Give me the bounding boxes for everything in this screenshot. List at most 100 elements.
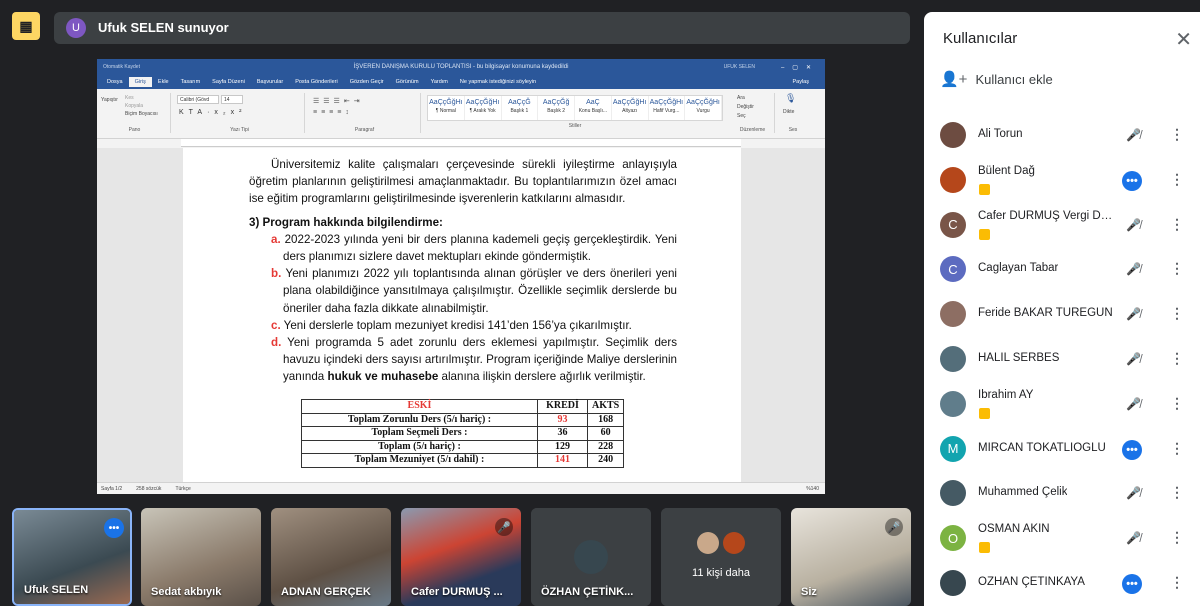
zoom-level[interactable]: %140 bbox=[806, 486, 819, 492]
ribbon-tab[interactable]: Ne yapmak istediğinizi söyleyin bbox=[454, 77, 542, 87]
dictate-button[interactable]: Dikte bbox=[783, 109, 794, 115]
mic-off-icon[interactable]: 🎤̸ bbox=[1126, 531, 1141, 545]
more-options-icon[interactable]: ⋮ bbox=[1170, 126, 1184, 143]
close-icon[interactable]: ✕ bbox=[1175, 27, 1192, 52]
style-item[interactable]: AaÇçĞğHı ¶ Aralık Yok bbox=[465, 96, 502, 120]
stop-presenting-icon[interactable]: ▦ bbox=[12, 12, 40, 40]
copy-button[interactable]: Kopyala bbox=[125, 103, 143, 109]
participant-tile[interactable]: ÖZHAN ÇETİNK... bbox=[531, 508, 651, 606]
more-options-icon[interactable]: ⋮ bbox=[1170, 440, 1184, 457]
participant-name: Ali Torun bbox=[978, 128, 1023, 140]
style-item[interactable]: AaÇçĞğHı Vurgu bbox=[685, 96, 722, 120]
font-name-box[interactable]: Calibri (Gövd bbox=[177, 95, 219, 104]
ribbon-tab[interactable]: Yardım bbox=[425, 77, 454, 87]
mic-off-icon[interactable]: 🎤̸ bbox=[1126, 486, 1141, 500]
style-item[interactable]: AaÇçĞ Başlık 1 bbox=[502, 96, 539, 120]
table-header-row: ESKİ KREDİ AKTS bbox=[301, 399, 625, 414]
more-options-icon[interactable]: ⋮ bbox=[1170, 529, 1184, 546]
participant-row[interactable]: M MİRCAN TOKATLIOĞLU ••• ⋮ bbox=[924, 428, 1200, 472]
participant-list: Ali Torun 🎤̸ ⋮ Bülent Dağ ••• ⋮ C Cafer DURMUŞ … bbox=[924, 92, 1200, 606]
find-button[interactable]: Ara bbox=[737, 95, 745, 101]
cut-button[interactable]: Kes bbox=[125, 95, 134, 101]
avatar bbox=[574, 540, 608, 574]
more-options-icon[interactable]: ⋮ bbox=[1170, 216, 1184, 233]
font-size-box[interactable]: 14 bbox=[221, 95, 243, 104]
participant-tile[interactable]: Sedat akbıyık bbox=[141, 508, 261, 606]
add-user-button[interactable]: 👤+ Kullanıcı ekle bbox=[940, 70, 1053, 88]
participant-tile[interactable]: 11 kişi daha bbox=[661, 508, 781, 606]
select-button[interactable]: Seç bbox=[737, 113, 746, 119]
more-participants-label: 11 kişi daha bbox=[692, 567, 750, 579]
participant-row[interactable]: Muhammed Çelik 🎤̸ ⋮ bbox=[924, 472, 1200, 516]
more-options-icon[interactable]: ⋮ bbox=[1170, 574, 1184, 591]
participant-tile[interactable]: ADNAN GERÇEK bbox=[271, 508, 391, 606]
speaking-indicator-icon: ••• bbox=[104, 518, 124, 538]
align-buttons[interactable]: ≡≡≡≡↕ bbox=[313, 109, 353, 116]
ribbon-tab[interactable]: Gözden Geçir bbox=[344, 77, 390, 87]
word-status-bar: Sayfa 1/2 258 sözcük Türkçe %140 bbox=[97, 482, 825, 494]
paste-button[interactable]: Yapıştır bbox=[101, 97, 118, 103]
style-item[interactable]: AaÇ Konu Başlı... bbox=[575, 96, 612, 120]
participant-name: HALİL SERBES bbox=[978, 352, 1060, 364]
style-item[interactable]: AaÇçĞğHı ¶ Normal bbox=[428, 96, 465, 120]
ribbon-tab[interactable]: Görünüm bbox=[390, 77, 425, 87]
participant-row[interactable]: Feride BAKAR TÜREGÜN 🎤̸ ⋮ bbox=[924, 293, 1200, 337]
participant-name: İbrahim AY bbox=[978, 388, 1034, 401]
microphone-icon: 🎙 bbox=[785, 93, 797, 103]
style-item[interactable]: AaÇçĞğHı Hafif Vurg... bbox=[649, 96, 686, 120]
style-item[interactable]: AaÇçĞğHı Altyazı bbox=[612, 96, 649, 120]
participant-row[interactable]: HALİL SERBES 🎤̸ ⋮ bbox=[924, 338, 1200, 382]
participant-row[interactable]: Ali Torun 🎤̸ ⋮ bbox=[924, 114, 1200, 158]
participant-row[interactable]: O OSMAN AKIN 🎤̸ ⋮ bbox=[924, 517, 1200, 561]
participant-tile[interactable]: Siz 🎤 bbox=[791, 508, 911, 606]
ribbon-tab[interactable]: Tasarım bbox=[175, 77, 207, 87]
participant-tile[interactable]: Cafer DURMUŞ ... 🎤 bbox=[401, 508, 521, 606]
format-painter-button[interactable]: Biçim Boyacısı bbox=[125, 111, 158, 117]
participant-row[interactable]: Bülent Dağ ••• ⋮ bbox=[924, 159, 1200, 203]
style-item[interactable]: AaÇçĞğ Başlık 2 bbox=[538, 96, 575, 120]
table-cell: 93 bbox=[537, 412, 588, 427]
mic-off-icon[interactable]: 🎤̸ bbox=[1126, 262, 1141, 276]
replace-button[interactable]: Değiştir bbox=[737, 104, 754, 110]
more-options-icon[interactable]: ⋮ bbox=[1170, 260, 1184, 277]
participant-name: MİRCAN TOKATLIOĞLU bbox=[978, 441, 1106, 454]
ribbon-tab[interactable]: Başvurular bbox=[251, 77, 289, 87]
mic-off-icon[interactable]: 🎤̸ bbox=[1126, 352, 1141, 366]
participant-row[interactable]: C Caglayan Tabar 🎤̸ ⋮ bbox=[924, 248, 1200, 292]
table-cell: 168 bbox=[586, 412, 625, 427]
more-options-icon[interactable]: ⋮ bbox=[1170, 395, 1184, 412]
ribbon-tab[interactable]: Giriş bbox=[128, 77, 152, 87]
mic-off-icon[interactable]: 🎤̸ bbox=[1126, 307, 1141, 321]
list-item: a. 2022-2023 yılında yeni bir ders planı… bbox=[271, 232, 677, 264]
participant-row[interactable]: İbrahim AY 🎤̸ ⋮ bbox=[924, 383, 1200, 427]
table-cell: Toplam Seçmeli Ders : bbox=[301, 426, 538, 441]
presenter-banner: U Ufuk SELEN sunuyor bbox=[54, 12, 910, 44]
mic-off-icon[interactable]: 🎤̸ bbox=[1126, 128, 1141, 142]
font-format-buttons[interactable]: KTA·x₂x² bbox=[179, 109, 246, 116]
list-buttons[interactable]: ☰☰☰⇤⇥ bbox=[313, 97, 364, 105]
tile-name: ÖZHAN ÇETİNK... bbox=[541, 586, 634, 598]
panel-title: Kullanıcılar bbox=[943, 30, 1018, 47]
participant-row[interactable]: ÖZHAN ÇETİNKAYA ••• ⋮ bbox=[924, 562, 1200, 606]
more-options-icon[interactable]: ⋮ bbox=[1170, 171, 1184, 188]
tile-name: Sedat akbıyık bbox=[151, 586, 222, 598]
ribbon-tab[interactable]: Sayfa Düzeni bbox=[206, 77, 251, 87]
participant-row[interactable]: C Cafer DURMUŞ Vergi Den... 🎤̸ ⋮ bbox=[924, 204, 1200, 248]
participant-name: ÖZHAN ÇETİNKAYA bbox=[978, 576, 1085, 588]
ribbon-tab[interactable]: Ekle bbox=[152, 77, 175, 87]
mic-off-icon[interactable]: 🎤̸ bbox=[1126, 218, 1141, 232]
participants-panel: Kullanıcılar ✕ 👤+ Kullanıcı ekle Ali Tor… bbox=[924, 12, 1200, 606]
more-options-icon[interactable]: ⋮ bbox=[1170, 305, 1184, 322]
ribbon-group-font: Calibri (Gövd 14 KTA·x₂x² Yazı Tipi bbox=[175, 93, 305, 133]
ribbon-tab[interactable]: Posta Gönderileri bbox=[289, 77, 344, 87]
table-header-cell: KREDİ bbox=[537, 399, 588, 414]
table-header-cell: ESKİ bbox=[301, 399, 538, 414]
share-button[interactable]: Paylaş bbox=[786, 77, 815, 87]
more-options-icon[interactable]: ⋮ bbox=[1170, 484, 1184, 501]
more-options-icon[interactable]: ⋮ bbox=[1170, 350, 1184, 367]
avatar: C bbox=[940, 256, 966, 283]
ribbon-tab[interactable]: Dosya bbox=[101, 77, 129, 87]
ruler bbox=[181, 139, 741, 147]
participant-tile[interactable]: Ufuk SELEN ••• bbox=[12, 508, 132, 606]
mic-off-icon[interactable]: 🎤̸ bbox=[1126, 397, 1141, 411]
